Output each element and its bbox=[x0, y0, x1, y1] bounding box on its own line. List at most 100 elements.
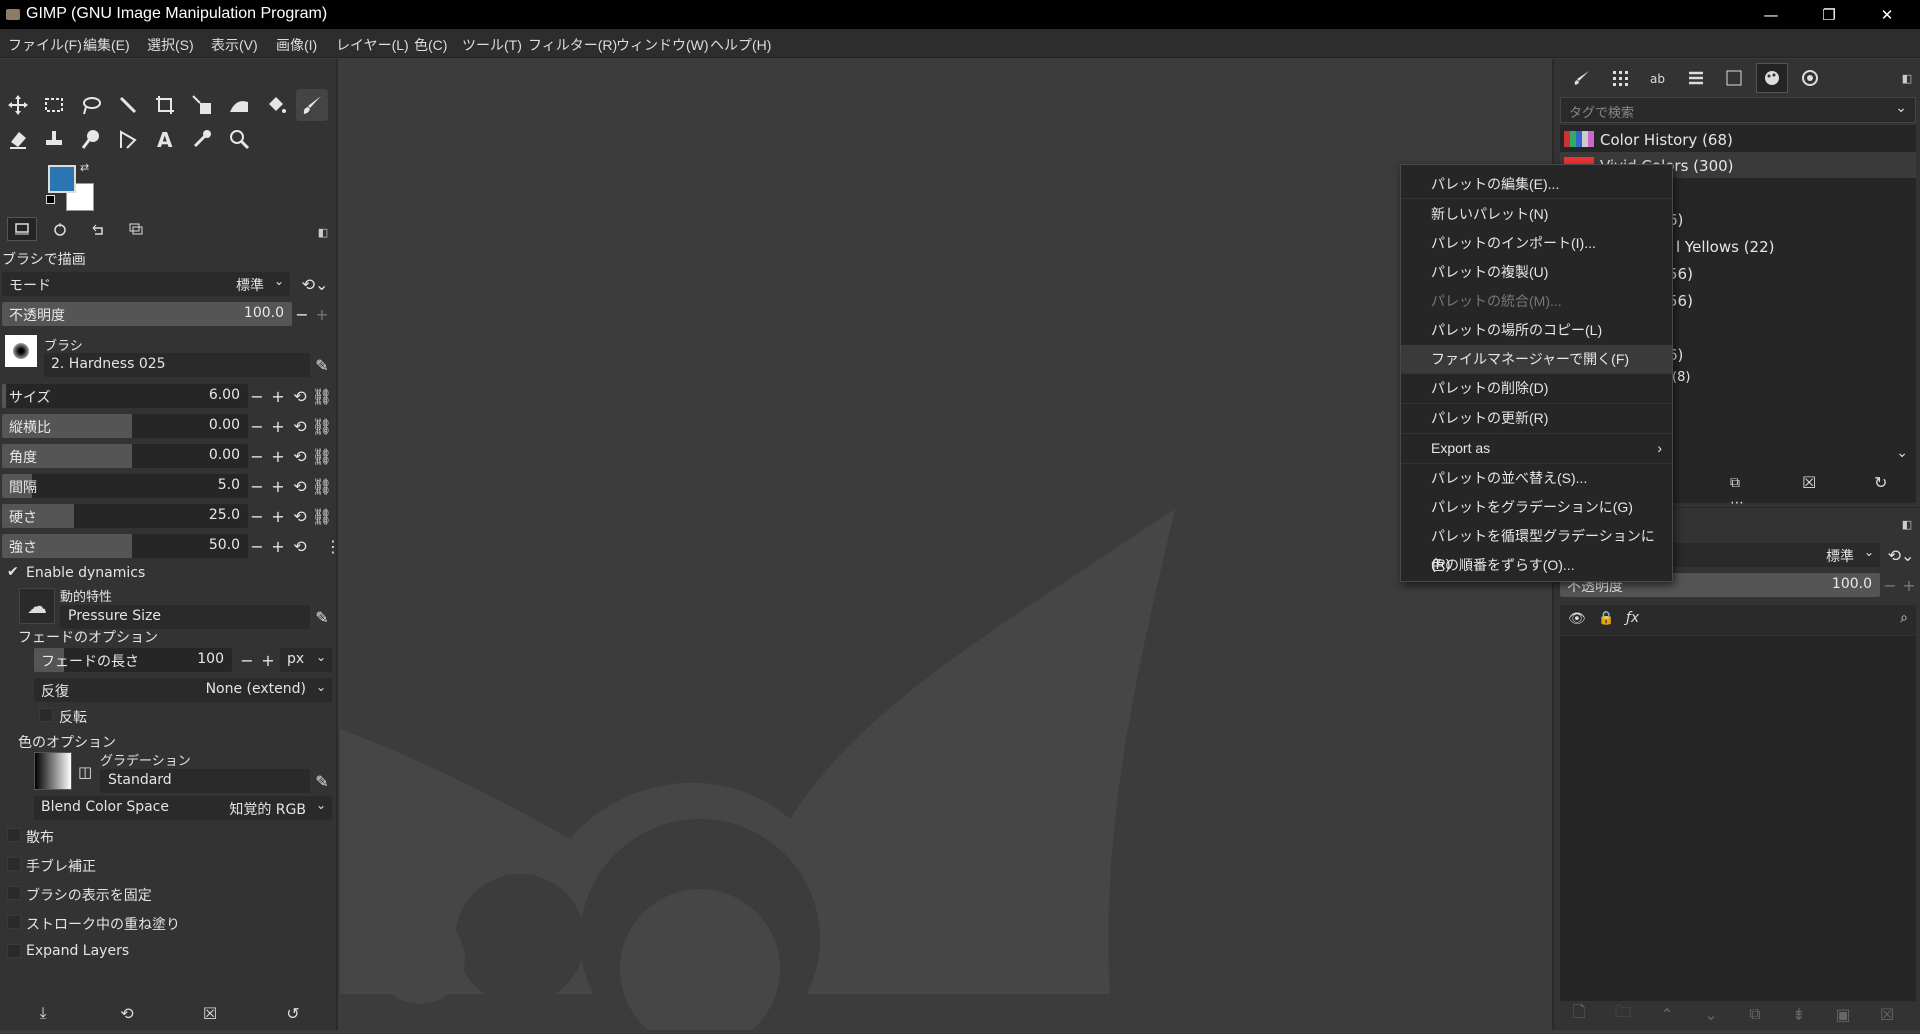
layers-list[interactable] bbox=[1560, 636, 1916, 1001]
size-increase-icon[interactable]: + bbox=[270, 385, 286, 407]
smudge-tool-icon[interactable] bbox=[75, 123, 107, 155]
aspect-link-icon[interactable]: ⛓ bbox=[312, 415, 332, 437]
move-tool-icon[interactable] bbox=[2, 89, 34, 121]
maximize-button[interactable]: ❐ bbox=[1800, 0, 1858, 29]
enable-dynamics-label[interactable]: Enable dynamics bbox=[26, 565, 145, 581]
tag-search-input[interactable]: タグで検索 ⌄ bbox=[1560, 97, 1916, 123]
menu-item-show-in-file-manager[interactable]: ファイルマネージャーで開く(F) bbox=[1401, 345, 1672, 373]
tab-tool-options[interactable] bbox=[7, 217, 37, 241]
duplicate-layer-icon[interactable]: ⧉ bbox=[1744, 1003, 1766, 1025]
hardness-decrease-icon[interactable]: − bbox=[249, 505, 265, 527]
rect-select-tool-icon[interactable] bbox=[38, 89, 70, 121]
blend-color-space-combo[interactable]: Blend Color Space 知覚的 RGB ⌄ bbox=[34, 796, 332, 820]
lock-icon[interactable]: 🔒 bbox=[1598, 611, 1614, 626]
hardness-reset-icon[interactable]: ⟲ bbox=[292, 505, 308, 527]
tab-layers-stack[interactable] bbox=[1680, 63, 1712, 93]
opacity-increase-icon[interactable]: + bbox=[314, 303, 330, 325]
incremental-checkbox[interactable] bbox=[7, 915, 21, 929]
menu-layer[interactable]: レイヤー(L) bbox=[336, 35, 409, 55]
close-button[interactable]: ✕ bbox=[1858, 0, 1916, 29]
smooth-checkbox[interactable] bbox=[7, 857, 21, 871]
menu-item-palette-to-repeating-gradient[interactable]: パレットを循環型グラデーションに(R) bbox=[1401, 522, 1672, 572]
resize-handle-icon[interactable]: ⋮ bbox=[325, 535, 341, 557]
menu-colors[interactable]: 色(C) bbox=[414, 35, 447, 55]
spacing-decrease-icon[interactable]: − bbox=[249, 475, 265, 497]
opacity-slider[interactable]: 不透明度 100.0 bbox=[2, 302, 292, 326]
size-reset-icon[interactable]: ⟲ bbox=[292, 385, 308, 407]
merge-layer-icon[interactable]: ⇟ bbox=[1788, 1003, 1810, 1025]
gradient-preview[interactable] bbox=[34, 752, 72, 790]
lower-layer-icon[interactable]: ⌄ bbox=[1700, 1003, 1722, 1025]
menu-item-edit-palette[interactable]: パレットの編集(E)... bbox=[1401, 170, 1672, 198]
aspect-slider[interactable]: 縦横比 0.00 bbox=[2, 414, 248, 438]
chevron-down-icon[interactable]: ⌄ bbox=[1896, 445, 1908, 461]
brush-preview[interactable] bbox=[5, 335, 37, 367]
text-tool-icon[interactable]: A bbox=[149, 123, 181, 155]
mode-reset-icon[interactable]: ⟲⌄ bbox=[298, 273, 332, 295]
fade-length-slider[interactable]: フェードの長さ 100 bbox=[34, 648, 232, 672]
fade-increase-icon[interactable]: + bbox=[260, 649, 276, 671]
menu-item-sort-palette[interactable]: パレットの並べ替え(S)... bbox=[1401, 464, 1672, 492]
fade-decrease-icon[interactable]: − bbox=[239, 649, 255, 671]
more-icon[interactable]: ⋯ bbox=[1730, 495, 1744, 511]
edit-dynamics-icon[interactable]: ✎ bbox=[314, 606, 330, 628]
layer-mask-icon[interactable]: ▣ bbox=[1832, 1003, 1854, 1025]
brush-name-field[interactable]: 2. Hardness 025 bbox=[44, 353, 310, 377]
hardness-link-icon[interactable]: ⛓ bbox=[312, 505, 332, 527]
paintbrush-tool-icon[interactable] bbox=[296, 89, 328, 121]
tab-palettes[interactable] bbox=[1756, 63, 1788, 93]
layers-dock-menu-icon[interactable]: ◧ bbox=[1900, 517, 1914, 531]
save-options-icon[interactable]: ⤓ bbox=[32, 1002, 54, 1024]
menu-windows[interactable]: ウィンドウ(W) bbox=[616, 35, 709, 55]
hardness-increase-icon[interactable]: + bbox=[270, 505, 286, 527]
gradient-field[interactable]: Standard bbox=[100, 769, 310, 793]
aspect-decrease-icon[interactable]: − bbox=[249, 415, 265, 437]
angle-slider[interactable]: 角度 0.00 bbox=[2, 444, 248, 468]
tab-undo-history[interactable] bbox=[83, 217, 113, 241]
color-picker-tool-icon[interactable] bbox=[186, 123, 218, 155]
delete-layer-icon[interactable]: ☒ bbox=[1876, 1003, 1898, 1025]
force-increase-icon[interactable]: + bbox=[270, 535, 286, 557]
duplicate-palette-icon[interactable]: ⧉ bbox=[1730, 475, 1740, 491]
size-slider[interactable]: サイズ 6.00 bbox=[2, 384, 248, 408]
dynamics-icon[interactable]: ☁ bbox=[19, 588, 55, 624]
menu-filters[interactable]: フィルター(R) bbox=[528, 35, 617, 55]
new-layer-group-icon[interactable]: 🗀 bbox=[1612, 1002, 1634, 1025]
restore-options-icon[interactable]: ⟲ bbox=[116, 1002, 138, 1024]
layers-mode-reset-icon[interactable]: ⟲⌄ bbox=[1884, 544, 1918, 566]
mode-combo[interactable]: モード 標準 ⌄ bbox=[2, 272, 290, 296]
crop-tool-icon[interactable] bbox=[149, 89, 181, 121]
expand-layers-checkbox[interactable] bbox=[7, 944, 21, 958]
default-colors-icon[interactable] bbox=[46, 195, 55, 204]
aspect-reset-icon[interactable]: ⟲ bbox=[292, 415, 308, 437]
dynamics-field[interactable]: Pressure Size bbox=[60, 605, 310, 629]
edit-gradient-icon[interactable]: ✎ bbox=[314, 770, 330, 792]
delete-palette-icon[interactable]: ☒ bbox=[1802, 473, 1816, 492]
lock-brush-checkbox[interactable] bbox=[7, 886, 21, 900]
lasso-tool-icon[interactable] bbox=[75, 89, 107, 121]
size-decrease-icon[interactable]: − bbox=[249, 385, 265, 407]
spacing-link-icon[interactable]: ⛓ bbox=[312, 475, 332, 497]
tab-colormap[interactable] bbox=[1794, 63, 1826, 93]
menu-item-import-palette[interactable]: パレットのインポート(I)... bbox=[1401, 229, 1672, 257]
tab-fonts[interactable]: ab bbox=[1642, 63, 1674, 93]
paths-tool-icon[interactable] bbox=[112, 123, 144, 155]
menu-item-new-palette[interactable]: 新しいパレット(N) bbox=[1401, 200, 1672, 228]
hardness-slider[interactable]: 硬さ 25.0 bbox=[2, 504, 248, 528]
size-link-icon[interactable]: ⛓ bbox=[312, 385, 332, 407]
tab-images[interactable] bbox=[121, 217, 151, 241]
bucket-fill-tool-icon[interactable] bbox=[260, 89, 292, 121]
gradient-reverse-icon[interactable]: ◫ bbox=[78, 763, 92, 781]
force-reset-icon[interactable]: ⟲ bbox=[292, 535, 308, 557]
menu-item-duplicate-palette[interactable]: パレットの複製(U) bbox=[1401, 258, 1672, 286]
menu-view[interactable]: 表示(V) bbox=[211, 35, 258, 55]
effects-fx-icon[interactable]: ƒx bbox=[1626, 610, 1639, 626]
force-slider[interactable]: 強さ 50.0 bbox=[2, 534, 248, 558]
angle-increase-icon[interactable]: + bbox=[270, 445, 286, 467]
menu-item-palette-to-gradient[interactable]: パレットをグラデーションに(G) bbox=[1401, 493, 1672, 521]
swap-colors-icon[interactable]: ⇄ bbox=[80, 161, 89, 174]
eraser-tool-icon[interactable] bbox=[2, 123, 34, 155]
refresh-palettes-icon[interactable]: ↻ bbox=[1874, 473, 1887, 492]
raise-layer-icon[interactable]: ⌃ bbox=[1656, 1003, 1678, 1025]
fuzzy-select-tool-icon[interactable] bbox=[112, 89, 144, 121]
